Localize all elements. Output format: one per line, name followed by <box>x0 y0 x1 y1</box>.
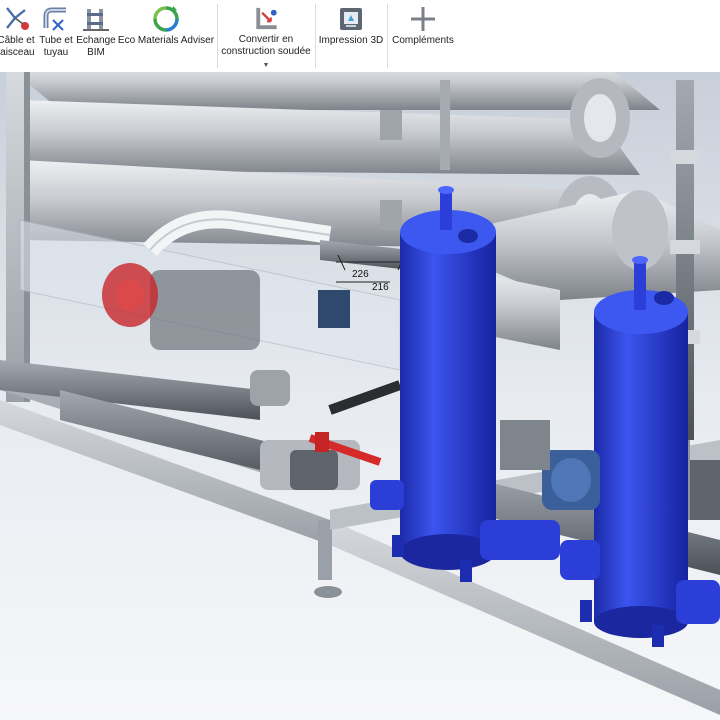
cable-harness-label: Câble et faisceau <box>0 35 35 58</box>
weldment-convert-icon <box>256 7 277 30</box>
weldment-convert-label: Convertir en construction soudée <box>221 34 311 57</box>
bim-exchange-button[interactable]: Echange BIM <box>74 0 118 72</box>
bim-exchange-icon <box>83 9 109 31</box>
3d-print-icon <box>340 8 362 30</box>
chevron-down-icon[interactable]: ▼ <box>263 60 270 72</box>
dimension-226: 226 <box>352 269 369 280</box>
eco-materials-label: Eco Materials Adviser <box>117 35 215 46</box>
bim-exchange-label: Echange BIM <box>76 35 116 58</box>
tube-pipe-button[interactable]: Tube et tuyau <box>36 0 76 72</box>
3d-print-label: Impression 3D <box>318 35 384 46</box>
cable-harness-button[interactable]: Câble et faisceau <box>0 0 38 72</box>
ribbon-toolbar: Câble et faisceau Tube et tuyau Echange … <box>0 0 720 73</box>
dimension-216: 216 <box>372 282 389 293</box>
tube-pipe-label: Tube et tuyau <box>39 35 73 58</box>
weldment-convert-button[interactable]: Convertir en construction soudée ▼ <box>218 0 314 72</box>
eco-materials-button[interactable]: Eco Materials Adviser <box>116 0 216 72</box>
3d-model-viewport[interactable]: 226 216 <box>0 72 720 720</box>
add-ins-button[interactable]: Compléments <box>388 0 458 72</box>
eco-materials-icon <box>153 6 179 32</box>
3d-print-button[interactable]: Impression 3D <box>316 0 386 72</box>
solenoid-actuator[interactable] <box>318 290 350 328</box>
add-ins-label: Compléments <box>392 35 454 46</box>
add-ins-icon <box>411 7 435 31</box>
cable-harness-icon <box>6 7 29 30</box>
tube-pipe-icon <box>43 7 66 31</box>
